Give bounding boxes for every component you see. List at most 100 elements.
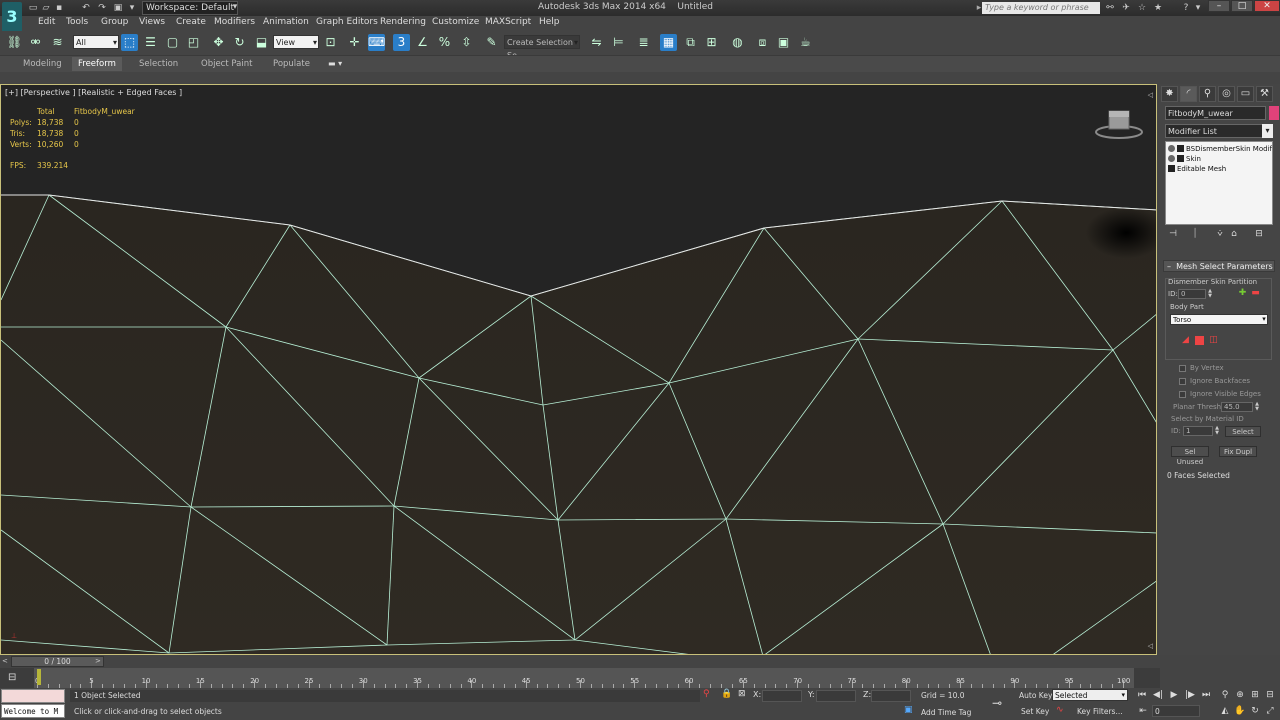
by-vertex-checkbox[interactable] xyxy=(1179,365,1186,372)
bulb-icon[interactable] xyxy=(1168,145,1175,152)
menu-group[interactable]: Group xyxy=(101,17,128,27)
open-file-icon[interactable]: ▱ xyxy=(40,2,52,14)
menu-animation[interactable]: Animation xyxy=(263,17,309,27)
snaps-toggle-icon[interactable]: 3 xyxy=(393,34,410,51)
time-tag-icon[interactable]: ▣ xyxy=(904,705,913,715)
select-and-manipulate-icon[interactable]: ✛ xyxy=(346,34,363,51)
modifier-stack[interactable]: BSDismemberSkin Modifier Skin Editable M… xyxy=(1165,141,1273,225)
menu-views[interactable]: Views xyxy=(139,17,165,27)
reference-coordinate-dropdown[interactable]: View xyxy=(273,35,319,49)
select-and-scale-icon[interactable]: ⬓ xyxy=(253,34,270,51)
time-slider-thumb[interactable]: 0 / 100 xyxy=(11,656,104,667)
menu-edit[interactable]: Edit xyxy=(38,17,55,27)
add-partition-icon[interactable]: ✚ xyxy=(1238,289,1247,298)
edit-named-selection-icon[interactable]: ✎ xyxy=(483,34,500,51)
go-to-start-icon[interactable]: ⏮ xyxy=(1135,689,1149,701)
field-of-view-icon[interactable]: ◭ xyxy=(1218,705,1232,717)
new-file-icon[interactable]: ▭ xyxy=(27,2,39,14)
isolate-selection-icon[interactable]: ⚲ xyxy=(703,689,710,699)
chevron-down-icon[interactable]: ▾ xyxy=(1262,124,1273,138)
zoom-icon[interactable]: ⚲ xyxy=(1218,689,1232,701)
rendered-frame-window-icon[interactable]: ▣ xyxy=(775,34,792,51)
spinner-arrows-icon[interactable]: ▲ ▼ xyxy=(1254,402,1260,412)
viewcube-icon[interactable] xyxy=(1094,107,1144,141)
pin-stack-icon[interactable]: ⊣ xyxy=(1167,229,1179,241)
absolute-mode-transform-icon[interactable]: ⊠ xyxy=(738,689,746,699)
object-name-field[interactable]: FitbodyM_uwear xyxy=(1165,106,1266,120)
display-tab-icon[interactable]: ▭ xyxy=(1237,86,1254,102)
body-part-dropdown[interactable]: Torso xyxy=(1170,314,1268,325)
menu-help[interactable]: Help xyxy=(539,17,560,27)
application-button[interactable]: 3 xyxy=(2,2,22,32)
spinner-arrows-icon[interactable]: ▲ ▼ xyxy=(1207,289,1213,299)
material-editor-icon[interactable]: ◍ xyxy=(729,34,746,51)
element-selection-icon[interactable]: ◫ xyxy=(1209,336,1218,345)
face-selection-icon[interactable] xyxy=(1195,336,1204,345)
motion-tab-icon[interactable]: ◎ xyxy=(1218,86,1235,102)
spinner-arrows-icon[interactable]: ▲ ▼ xyxy=(1214,426,1220,436)
help-icon[interactable]: ? xyxy=(1180,2,1192,14)
rectangular-selection-icon[interactable]: ▢ xyxy=(164,34,181,51)
play-icon[interactable]: ▶ xyxy=(1167,689,1181,701)
time-slider-next-icon[interactable]: > xyxy=(95,657,101,665)
unlink-icon[interactable]: ⚮ xyxy=(27,34,44,51)
undo-icon[interactable]: ↶ xyxy=(80,2,92,14)
select-and-move-icon[interactable]: ✥ xyxy=(210,34,227,51)
zoom-extents-all-icon[interactable]: ⊟ xyxy=(1263,689,1277,701)
subscription-icon[interactable]: ✈ xyxy=(1120,2,1132,14)
tab-selection[interactable]: Selection xyxy=(139,59,178,69)
menu-maxscript[interactable]: MAXScript xyxy=(485,17,531,27)
set-key-button[interactable]: Set Key xyxy=(1021,707,1049,716)
sel-unused-button[interactable]: Sel Unused xyxy=(1171,446,1209,466)
fix-dupl-button[interactable]: Fix Dupl xyxy=(1219,446,1257,457)
track-bar-ruler[interactable]: 0510152025303540455055606570758085909510… xyxy=(34,668,1134,688)
pan-view-icon[interactable]: ✋ xyxy=(1233,705,1247,717)
selection-filter-dropdown[interactable]: All xyxy=(73,35,119,49)
named-selection-dropdown[interactable]: Create Selection Se xyxy=(504,35,580,60)
id-spinner[interactable]: 0 xyxy=(1178,289,1206,299)
render-production-icon[interactable]: ☕ xyxy=(797,34,814,51)
menu-modifiers[interactable]: Modifiers xyxy=(214,17,255,27)
current-frame-field[interactable]: 0 xyxy=(1152,705,1200,717)
favorites-icon[interactable]: ★ xyxy=(1152,2,1164,14)
viewport-label[interactable]: [+] [Perspective ] [Realistic + Edged Fa… xyxy=(5,88,182,97)
bind-space-warp-icon[interactable]: ≋ xyxy=(49,34,66,51)
key-icon[interactable]: ⊸ xyxy=(992,696,1002,710)
remove-partition-icon[interactable]: ▬ xyxy=(1251,289,1260,298)
hierarchy-tab-icon[interactable]: ⚲ xyxy=(1199,86,1216,102)
expand-icon[interactable] xyxy=(1168,165,1175,172)
x-coordinate-field[interactable] xyxy=(762,690,802,702)
expand-icon[interactable] xyxy=(1177,145,1184,152)
modify-tab-icon[interactable]: ◜ xyxy=(1180,86,1197,102)
menu-graph-editors[interactable]: Graph Editors xyxy=(316,17,378,27)
layer-manager-icon[interactable]: ≣ xyxy=(635,34,652,51)
go-to-end-icon[interactable]: ⏭ xyxy=(1199,689,1213,701)
menu-tools[interactable]: Tools xyxy=(66,17,88,27)
workspace-dropdown[interactable]: Workspace: Default xyxy=(142,1,238,15)
key-tangent-icon[interactable]: ∿ xyxy=(1056,705,1064,715)
ribbon-minimize-icon[interactable]: ▬ ▾ xyxy=(328,59,342,68)
render-setup-icon[interactable]: ⧈ xyxy=(754,34,771,51)
select-by-name-icon[interactable]: ☰ xyxy=(142,34,159,51)
select-and-link-icon[interactable]: ⛓ xyxy=(6,34,23,51)
maxscript-listener-input[interactable] xyxy=(1,689,65,703)
angle-snap-icon[interactable]: ∠ xyxy=(414,34,431,51)
material-id-spinner[interactable]: 1 xyxy=(1183,426,1213,436)
utilities-tab-icon[interactable]: ⚒ xyxy=(1256,86,1273,102)
select-and-rotate-icon[interactable]: ↻ xyxy=(231,34,248,51)
key-mode-dropdown[interactable]: Selected xyxy=(1052,689,1128,701)
tab-freeform[interactable]: Freeform xyxy=(72,57,122,71)
show-end-result-icon[interactable]: ⏐ xyxy=(1189,229,1201,241)
select-button[interactable]: Select xyxy=(1225,426,1261,437)
tab-modeling[interactable]: Modeling xyxy=(23,59,62,69)
selection-lock-icon[interactable]: 🔒 xyxy=(721,689,732,699)
bulb-icon[interactable] xyxy=(1168,155,1175,162)
zoom-extents-icon[interactable]: ⊞ xyxy=(1248,689,1262,701)
schematic-view-icon[interactable]: ⊞ xyxy=(703,34,720,51)
align-icon[interactable]: ⊨ xyxy=(610,34,627,51)
redo-icon[interactable]: ↷ xyxy=(96,2,108,14)
stack-item-editable-mesh[interactable]: Editable Mesh xyxy=(1168,164,1272,174)
perspective-viewport[interactable]: [+] [Perspective ] [Realistic + Edged Fa… xyxy=(0,84,1157,655)
orbit-icon[interactable]: ↻ xyxy=(1248,705,1262,717)
planar-thresh-spinner[interactable]: 45.0 xyxy=(1221,402,1253,412)
